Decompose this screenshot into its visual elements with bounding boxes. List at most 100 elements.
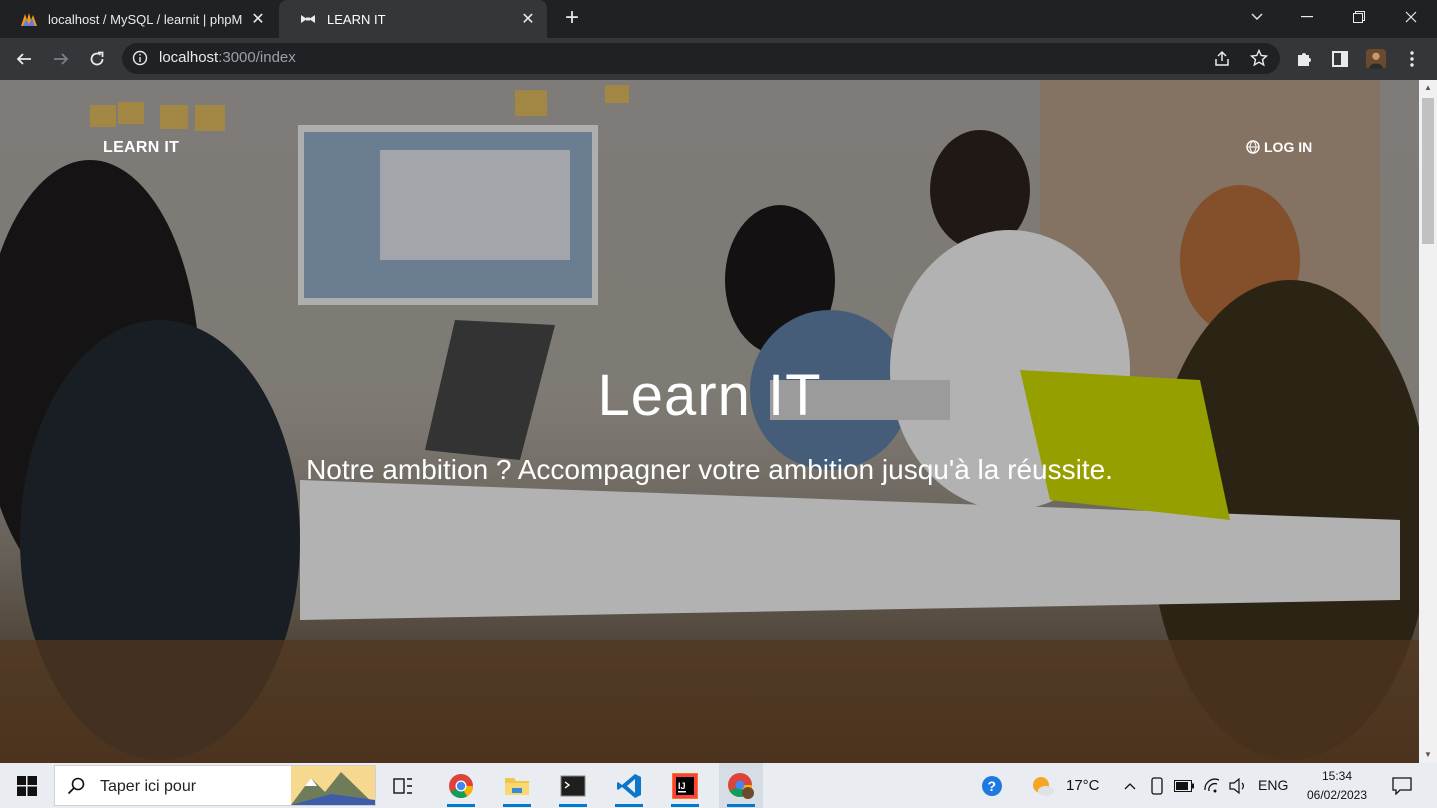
weather-partly-sunny-icon [1033,776,1054,796]
close-icon [1405,11,1417,23]
volume-tray-button[interactable] [1226,763,1250,808]
svg-text:?: ? [988,778,997,794]
globe-icon [1246,140,1260,154]
clock-time: 15:34 [1321,769,1353,783]
taskbar-vscode-app[interactable] [607,763,651,808]
running-indicator [447,804,475,807]
bowtie-icon [301,15,315,23]
windows-logo-icon [17,775,37,796]
search-highlight-illustration-icon [291,766,375,805]
minimize-icon [1301,16,1313,18]
battery-icon [1174,779,1194,792]
chrome-icon [449,773,473,798]
browser-menu-button[interactable] [1402,49,1422,69]
running-indicator [671,804,699,807]
taskbar-terminal-app[interactable] [551,763,595,808]
tab-title: localhost / MySQL / learnit | phpM [48,11,243,27]
arrow-left-icon [16,53,31,65]
hero-title: Learn IT [597,363,822,428]
running-indicator [727,804,755,807]
tab-phpmyadmin[interactable]: localhost / MySQL / learnit | phpM ✕ [0,0,277,38]
more-vert-icon [1410,51,1414,67]
restore-button[interactable] [1334,0,1384,34]
network-tray-button[interactable] [1200,763,1224,808]
forward-button[interactable] [48,46,74,72]
search-placeholder: Taper ici pour [100,778,197,795]
close-window-button[interactable] [1386,0,1436,34]
puzzle-icon [1298,53,1311,66]
help-icon: ? [982,775,1002,796]
scroll-up-arrow-icon[interactable]: ▲ [1423,83,1433,93]
search-icon [67,777,85,795]
chevron-up-icon [1124,782,1136,789]
phpmyadmin-icon [21,13,37,26]
running-indicator [559,804,587,807]
minimize-button[interactable] [1282,0,1332,34]
url-path: :3000/index [218,49,296,66]
avatar-icon [1366,49,1386,69]
taskbar-jetbrains-app[interactable]: IJ [663,763,707,808]
weather-temperature: 17°C [1066,777,1100,794]
task-view-icon [393,777,412,794]
chevron-down-icon [1251,13,1263,20]
intellij-icon: IJ [672,772,698,799]
reload-button[interactable] [84,46,110,72]
system-clock[interactable]: 15:34 06/02/2023 [1296,767,1378,805]
folder-icon [505,777,529,795]
taskbar-search-box[interactable]: Taper ici pour [54,765,376,806]
show-hidden-icons-button[interactable] [1119,763,1141,808]
taskbar-chrome-profile-app[interactable] [719,763,763,808]
bookmark-star-icon[interactable] [1250,49,1268,67]
login-label: LOG IN [1264,139,1313,155]
info-icon[interactable] [132,50,148,66]
browser-toolbar: localhost:3000/index [0,38,1437,80]
profile-avatar[interactable] [1366,49,1386,69]
url-text[interactable]: localhost:3000/index [159,49,296,66]
close-tab-icon[interactable]: ✕ [519,10,537,28]
page-scrollbar[interactable]: ▲ ▼ [1419,80,1437,763]
page-viewport: LEARN IT LOG IN Learn IT Notre ambition … [0,80,1419,763]
weather-widget[interactable]: 17°C [1030,763,1110,808]
start-button[interactable] [0,763,54,808]
extensions-button[interactable] [1294,49,1314,69]
side-panel-button[interactable] [1330,49,1350,69]
terminal-icon [560,775,586,796]
login-link[interactable]: LOG IN [1246,139,1312,155]
notification-icon [1392,776,1412,795]
scrollbar-thumb[interactable] [1422,98,1434,244]
running-indicator [615,804,643,807]
svg-text:IJ: IJ [678,781,686,791]
close-tab-icon[interactable]: ✕ [249,10,267,28]
url-host: localhost [159,49,219,66]
vscode-icon [617,773,641,798]
notifications-button[interactable] [1380,763,1424,808]
clock-date: 06/02/2023 [1306,788,1368,802]
arrow-right-icon [54,53,69,65]
help-tray-button[interactable]: ? [970,763,1014,808]
side-panel-icon [1332,51,1348,67]
restore-icon [1353,11,1365,23]
taskbar-chrome-app[interactable] [439,763,483,808]
running-indicator [503,804,531,807]
address-bar[interactable]: localhost:3000/index [122,43,1280,74]
back-button[interactable] [11,46,37,72]
scroll-down-arrow-icon[interactable]: ▼ [1423,750,1433,760]
taskbar-file-explorer[interactable] [495,763,539,808]
reload-icon [90,51,104,66]
tab-search-button[interactable] [1232,0,1282,34]
tab-learn-it[interactable]: LEARN IT ✕ [279,0,547,38]
new-tab-button[interactable]: + [560,6,584,31]
battery-tray-button[interactable] [1172,763,1196,808]
tab-strip: localhost / MySQL / learnit | phpM ✕ LEA… [0,0,1437,38]
tab-title: LEARN IT [327,11,386,27]
speaker-icon [1229,777,1244,794]
input-language[interactable]: ENG [1258,777,1288,793]
hero-subtitle: Notre ambition ? Accompagner votre ambit… [306,454,1113,485]
navbar-brand[interactable]: LEARN IT [103,139,179,157]
task-view-button[interactable] [381,763,425,808]
wifi-icon [1204,778,1220,792]
share-icon[interactable] [1213,50,1231,68]
meet-now-tray-button[interactable] [1146,763,1168,808]
chrome-profile-icon [728,772,754,799]
windows-taskbar: Taper ici pour IJ ? 17°C ENG 15:34 06/02… [0,763,1437,808]
